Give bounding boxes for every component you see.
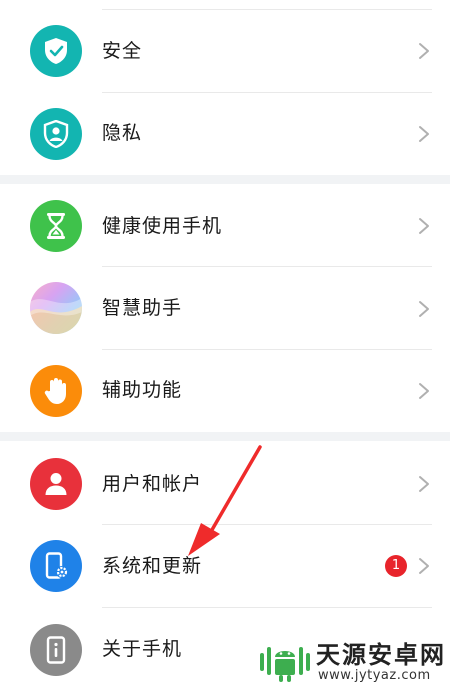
chevron-right-icon bbox=[419, 218, 429, 234]
privacy-person-icon bbox=[30, 108, 82, 160]
user-icon bbox=[30, 458, 82, 510]
settings-item-digital-balance[interactable]: 健康使用手机 bbox=[0, 184, 450, 267]
settings-item-label: 健康使用手机 bbox=[102, 215, 223, 237]
settings-item-label: 辅助功能 bbox=[102, 379, 183, 401]
settings-item-privacy[interactable]: 隐私 bbox=[0, 93, 450, 175]
settings-item-label: 关于手机 bbox=[102, 638, 183, 660]
settings-item-label: 智慧助手 bbox=[102, 297, 183, 319]
chevron-right-icon bbox=[419, 558, 429, 574]
settings-item-label: 用户和帐户 bbox=[102, 473, 203, 495]
hourglass-icon bbox=[30, 200, 82, 252]
notification-badge: 1 bbox=[385, 555, 407, 577]
settings-item-smart-assistant[interactable]: 智慧助手 bbox=[0, 267, 450, 350]
phone-gear-icon bbox=[30, 540, 82, 592]
shield-check-icon bbox=[30, 25, 82, 77]
chevron-right-icon bbox=[419, 301, 429, 317]
settings-item-system-update[interactable]: 系统和更新 1 bbox=[0, 525, 450, 608]
watermark-title: 天源安卓网 bbox=[316, 641, 446, 669]
hand-icon bbox=[30, 365, 82, 417]
phone-info-icon bbox=[30, 624, 82, 676]
watermark-url: www.jytyaz.com bbox=[318, 668, 431, 683]
settings-item-users-accounts[interactable]: 用户和帐户 bbox=[0, 441, 450, 525]
android-logo-icon bbox=[260, 647, 310, 682]
chevron-right-icon bbox=[419, 476, 429, 492]
settings-item-label: 隐私 bbox=[102, 122, 143, 144]
settings-group-security: 安全 隐私 bbox=[0, 10, 450, 175]
group-spacer bbox=[0, 175, 450, 184]
assistant-orb-icon bbox=[30, 282, 82, 334]
watermark: 天源安卓网 www.jytyaz.com bbox=[258, 639, 448, 685]
chevron-right-icon bbox=[419, 126, 429, 142]
settings-item-accessibility[interactable]: 辅助功能 bbox=[0, 350, 450, 432]
settings-item-label: 安全 bbox=[102, 40, 143, 62]
settings-group-wellbeing: 健康使用手机 智慧助手 辅助功能 bbox=[0, 184, 450, 432]
settings-item-security[interactable]: 安全 bbox=[0, 10, 450, 93]
chevron-right-icon bbox=[419, 383, 429, 399]
settings-item-label: 系统和更新 bbox=[102, 555, 203, 577]
chevron-right-icon bbox=[419, 43, 429, 59]
group-spacer bbox=[0, 432, 450, 441]
